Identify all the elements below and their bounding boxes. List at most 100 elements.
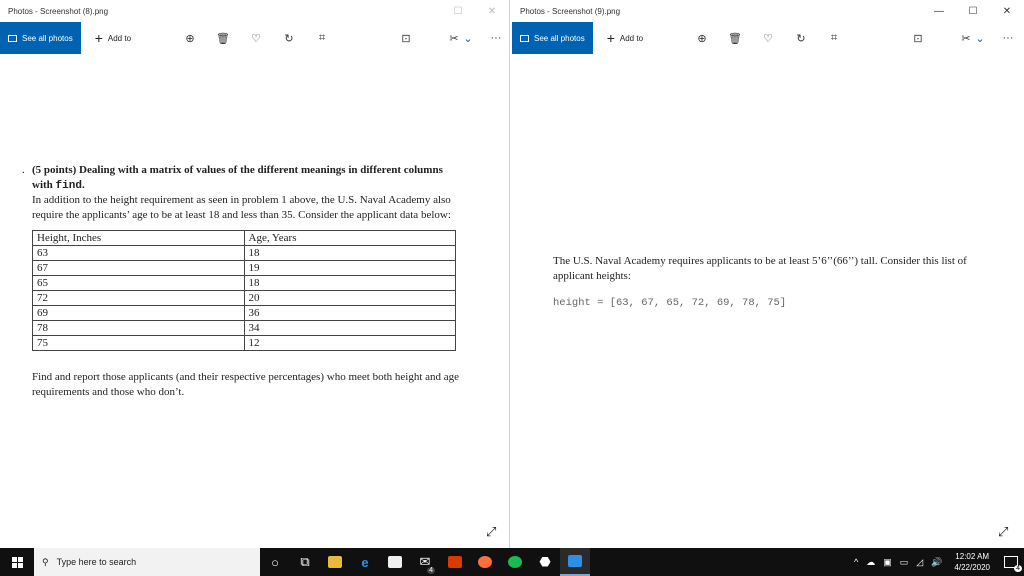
heading-end: . — [81, 178, 85, 191]
delete-icon[interactable]: 🗑 — [725, 22, 745, 54]
start-button[interactable] — [0, 548, 34, 576]
table-row: 75 12 — [32, 335, 456, 351]
delete-icon[interactable]: 🗑 — [213, 22, 233, 54]
photo-toolbar: See all photos + Add to ⊕ 🗑 ♡ ↻ ⌗ ⊡ ✂ ⌄ … — [0, 22, 509, 54]
mail-icon[interactable]: ✉ 4 — [410, 548, 440, 576]
add-to-label: Add to — [107, 33, 132, 43]
photo-toolbar: See all photos + Add to ⊕ 🗑 ♡ ↻ ⌗ ⊡ ✂ ⌄ … — [512, 22, 1024, 54]
enhance-icon[interactable]: ⊡ — [396, 22, 416, 54]
table-cell: 20 — [243, 290, 456, 306]
bullet: . — [22, 164, 25, 176]
notification-count: 4 — [1014, 565, 1022, 572]
window-title: Photos - Screenshot (8).png — [8, 6, 109, 16]
code-line: height = [63, 67, 65, 72, 69, 78, 75] — [553, 297, 787, 309]
table-row: 72 20 — [32, 290, 456, 306]
table-header: Age, Years — [243, 230, 456, 246]
table-header-row: Height, Inches Age, Years — [32, 230, 456, 246]
zoom-icon[interactable]: ⊕ — [692, 22, 712, 54]
favorite-icon[interactable]: ♡ — [758, 22, 778, 54]
title-bar[interactable]: Photos - Screenshot (8).png ☐ ✕ — [0, 0, 509, 22]
see-all-photos-button[interactable]: See all photos — [0, 22, 81, 54]
more-options-icon[interactable]: ··· — [998, 22, 1018, 54]
onedrive-icon[interactable]: ☁ — [866, 557, 875, 568]
maximize-button[interactable]: ☐ — [441, 0, 475, 22]
table-row: 63 18 — [32, 245, 456, 261]
table-cell: 75 — [32, 335, 245, 351]
close-button[interactable]: ✕ — [990, 0, 1024, 22]
windows-icon — [11, 556, 23, 568]
table-row: 67 19 — [32, 260, 456, 276]
expand-icon[interactable]: ⤢ — [486, 524, 496, 540]
firefox-icon[interactable] — [470, 548, 500, 576]
desktop: Photos - Screenshot (8).png ☐ ✕ See all … — [0, 0, 1024, 576]
rotate-icon[interactable]: ↻ — [279, 22, 299, 54]
close-button[interactable]: ✕ — [475, 0, 509, 22]
more-options-icon[interactable]: ··· — [486, 22, 506, 54]
photos-app-icon[interactable] — [560, 548, 590, 576]
photo-icon — [520, 34, 529, 42]
cortana-icon[interactable]: ○ — [260, 548, 290, 576]
table-cell: 18 — [243, 275, 456, 291]
wifi-icon[interactable]: ◿ — [916, 557, 923, 568]
rotate-icon[interactable]: ↻ — [791, 22, 811, 54]
search-placeholder: Type here to search — [56, 557, 137, 567]
spotify-icon[interactable] — [500, 548, 530, 576]
expand-icon[interactable]: ⤢ — [998, 524, 1008, 540]
table-header: Height, Inches — [32, 230, 245, 246]
problem-heading: (5 points) Dealing with a matrix of valu… — [32, 163, 462, 193]
see-all-label: See all photos — [534, 33, 585, 43]
table-cell: 36 — [243, 305, 456, 321]
volume-icon[interactable]: 🔊 — [931, 557, 942, 568]
chevron-up-icon[interactable]: ^ — [854, 557, 858, 567]
heading-text: (5 points) Dealing with a matrix of valu… — [32, 164, 443, 191]
plus-icon: + — [94, 30, 103, 46]
app-tray-icon[interactable]: ▣ — [883, 557, 892, 568]
battery-icon[interactable]: ▭ — [900, 557, 909, 568]
photos-window-left: Photos - Screenshot (8).png ☐ ✕ See all … — [0, 0, 510, 548]
find-instructions: Find and report those applicants (and th… — [32, 371, 460, 398]
maximize-button[interactable]: ☐ — [956, 0, 990, 22]
chevron-down-icon[interactable]: ⌄ — [458, 22, 478, 54]
office-icon[interactable] — [440, 548, 470, 576]
table-row: 65 18 — [32, 275, 456, 291]
table-cell: 67 — [32, 260, 245, 276]
system-tray: ^ ☁ ▣ ▭ ◿ 🔊 12:02 AM 4/22/2020 4 — [854, 548, 1024, 576]
table-cell: 69 — [32, 305, 245, 321]
favorite-icon[interactable]: ♡ — [246, 22, 266, 54]
file-explorer-icon[interactable] — [320, 548, 350, 576]
see-all-label: See all photos — [22, 33, 73, 43]
applicant-table: Height, Inches Age, Years 63 18 67 19 65 18… — [32, 230, 456, 351]
problem-paragraph: In addition to the height requirement as… — [32, 194, 451, 221]
title-bar[interactable]: Photos - Screenshot (9).png — ☐ ✕ — [512, 0, 1024, 22]
table-cell: 78 — [32, 320, 245, 336]
task-view-icon[interactable]: ⧉ — [290, 548, 320, 576]
store-icon[interactable] — [380, 548, 410, 576]
add-to-label: Add to — [619, 33, 644, 43]
chevron-down-icon[interactable]: ⌄ — [970, 22, 990, 54]
zoom-icon[interactable]: ⊕ — [180, 22, 200, 54]
add-to-button[interactable]: + Add to — [607, 31, 643, 45]
see-all-photos-button[interactable]: See all photos — [512, 22, 593, 54]
plus-icon: + — [606, 30, 615, 46]
crop-icon[interactable]: ⌗ — [824, 22, 844, 54]
table-cell: 65 — [32, 275, 245, 291]
search-icon: ⚲ — [42, 556, 49, 567]
document-image-right: The U.S. Naval Academy requires applican… — [553, 254, 993, 311]
photo-icon — [8, 34, 17, 42]
app-icon[interactable]: ⬣ — [530, 548, 560, 576]
table-cell: 63 — [32, 245, 245, 261]
document-image-left: . (5 points) Dealing with a matrix of va… — [22, 163, 462, 399]
minimize-button[interactable]: — — [922, 0, 956, 22]
table-cell: 72 — [32, 290, 245, 306]
notification-icon[interactable]: 4 — [1004, 556, 1022, 572]
taskbar-search[interactable]: ⚲ Type here to search — [34, 548, 260, 576]
edge-icon[interactable]: e — [350, 548, 380, 576]
enhance-icon[interactable]: ⊡ — [908, 22, 928, 54]
add-to-button[interactable]: + Add to — [95, 31, 131, 45]
table-cell: 18 — [243, 245, 456, 261]
crop-icon[interactable]: ⌗ — [312, 22, 332, 54]
clock-date: 4/22/2020 — [954, 563, 990, 572]
table-cell: 19 — [243, 260, 456, 276]
clock[interactable]: 12:02 AM 4/22/2020 — [954, 551, 990, 573]
table-cell: 34 — [243, 320, 456, 336]
